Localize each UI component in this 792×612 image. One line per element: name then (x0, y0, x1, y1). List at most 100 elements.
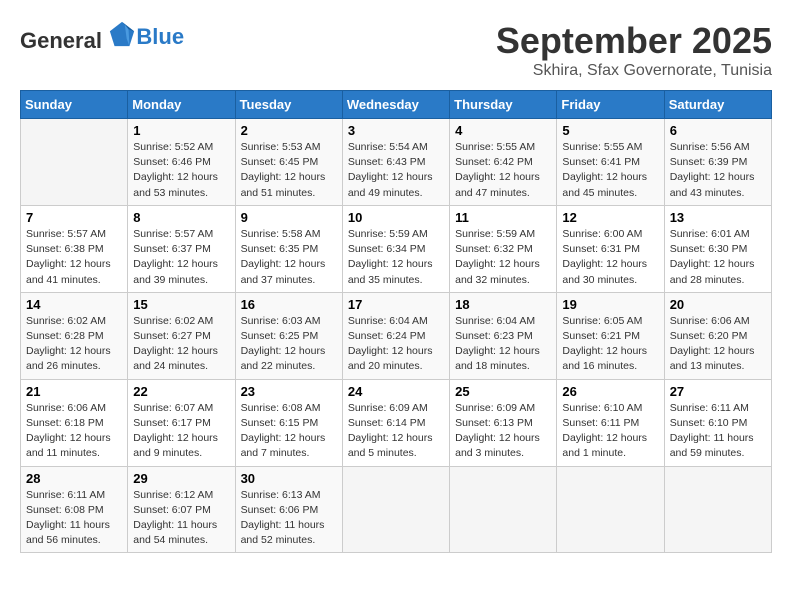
calendar-cell: 20 Sunrise: 6:06 AM Sunset: 6:20 PM Dayli… (664, 292, 771, 379)
cell-info: Sunrise: 6:05 AM Sunset: 6:21 PM Dayligh… (562, 314, 658, 375)
day-number: 29 (133, 471, 229, 486)
day-number: 6 (670, 123, 766, 138)
calendar-cell: 23Sunrise: 6:08 AM Sunset: 6:15 PM Dayli… (235, 379, 342, 466)
cell-info: Sunrise: 6:12 AM Sunset: 6:07 PM Dayligh… (133, 488, 229, 549)
day-number: 14 (26, 297, 122, 312)
calendar-cell: 19 Sunrise: 6:05 AM Sunset: 6:21 PM Dayli… (557, 292, 664, 379)
day-header-tuesday: Tuesday (235, 91, 342, 119)
day-number: 30 (241, 471, 337, 486)
calendar-cell: 21Sunrise: 6:06 AM Sunset: 6:18 PM Dayli… (21, 379, 128, 466)
calendar-cell: 9 Sunrise: 5:58 AM Sunset: 6:35 PM Daylig… (235, 205, 342, 292)
calendar-cell: 2 Sunrise: 5:53 AM Sunset: 6:45 PM Daylig… (235, 119, 342, 206)
calendar-cell: 27 Sunrise: 6:11 AM Sunset: 6:10 PM Dayli… (664, 379, 771, 466)
cell-info: Sunrise: 6:10 AM Sunset: 6:11 PM Dayligh… (562, 401, 658, 462)
day-number: 10 (348, 210, 444, 225)
day-number: 25 (455, 384, 551, 399)
page-header: General Blue September 2025 Skhira, Sfax… (20, 20, 772, 80)
calendar-cell: 25 Sunrise: 6:09 AM Sunset: 6:13 PM Dayli… (450, 379, 557, 466)
calendar-cell: 8 Sunrise: 5:57 AM Sunset: 6:37 PM Daylig… (128, 205, 235, 292)
day-header-monday: Monday (128, 91, 235, 119)
cell-info: Sunrise: 6:11 AM Sunset: 6:08 PM Dayligh… (26, 488, 122, 549)
day-number: 13 (670, 210, 766, 225)
calendar-cell (664, 466, 771, 553)
day-number: 9 (241, 210, 337, 225)
day-number: 19 (562, 297, 658, 312)
day-number: 23 (241, 384, 337, 399)
calendar-cell: 22Sunrise: 6:07 AM Sunset: 6:17 PM Dayli… (128, 379, 235, 466)
cell-info: Sunrise: 5:58 AM Sunset: 6:35 PM Dayligh… (241, 227, 337, 288)
calendar-cell: 17 Sunrise: 6:04 AM Sunset: 6:24 PM Dayli… (342, 292, 449, 379)
day-number: 7 (26, 210, 122, 225)
day-number: 2 (241, 123, 337, 138)
calendar-cell: 26 Sunrise: 6:10 AM Sunset: 6:11 PM Dayli… (557, 379, 664, 466)
calendar-cell: 14 Sunrise: 6:02 AM Sunset: 6:28 PM Dayli… (21, 292, 128, 379)
cell-info: Sunrise: 5:54 AM Sunset: 6:43 PM Dayligh… (348, 140, 444, 201)
day-header-thursday: Thursday (450, 91, 557, 119)
month-title: September 2025 (496, 20, 772, 62)
calendar-cell: 24 Sunrise: 6:09 AM Sunset: 6:14 PM Dayli… (342, 379, 449, 466)
day-number: 12 (562, 210, 658, 225)
calendar-cell: 18Sunrise: 6:04 AM Sunset: 6:23 PM Dayli… (450, 292, 557, 379)
calendar-cell: 10 Sunrise: 5:59 AM Sunset: 6:34 PM Dayli… (342, 205, 449, 292)
cell-info: Sunrise: 6:01 AM Sunset: 6:30 PM Dayligh… (670, 227, 766, 288)
day-number: 16 (241, 297, 337, 312)
title-block: September 2025 Skhira, Sfax Governorate,… (496, 20, 772, 80)
day-number: 21 (26, 384, 122, 399)
cell-info: Sunrise: 6:02 AM Sunset: 6:27 PM Dayligh… (133, 314, 229, 375)
cell-info: Sunrise: 5:52 AM Sunset: 6:46 PM Dayligh… (133, 140, 229, 201)
cell-info: Sunrise: 6:09 AM Sunset: 6:13 PM Dayligh… (455, 401, 551, 462)
calendar-cell: 29 Sunrise: 6:12 AM Sunset: 6:07 PM Dayli… (128, 466, 235, 553)
calendar-cell: 12 Sunrise: 6:00 AM Sunset: 6:31 PM Dayli… (557, 205, 664, 292)
calendar-cell: 1Sunrise: 5:52 AM Sunset: 6:46 PM Daylig… (128, 119, 235, 206)
day-number: 17 (348, 297, 444, 312)
day-number: 4 (455, 123, 551, 138)
calendar-cell: 4 Sunrise: 5:55 AM Sunset: 6:42 PM Daylig… (450, 119, 557, 206)
cell-info: Sunrise: 5:57 AM Sunset: 6:37 PM Dayligh… (133, 227, 229, 288)
calendar-cell: 5 Sunrise: 5:55 AM Sunset: 6:41 PM Daylig… (557, 119, 664, 206)
logo-blue: Blue (136, 24, 184, 50)
day-number: 24 (348, 384, 444, 399)
day-number: 28 (26, 471, 122, 486)
cell-info: Sunrise: 5:55 AM Sunset: 6:42 PM Dayligh… (455, 140, 551, 201)
logo: General Blue (20, 20, 184, 54)
calendar-cell: 13 Sunrise: 6:01 AM Sunset: 6:30 PM Dayli… (664, 205, 771, 292)
calendar-cell (21, 119, 128, 206)
day-number: 8 (133, 210, 229, 225)
cell-info: Sunrise: 5:53 AM Sunset: 6:45 PM Dayligh… (241, 140, 337, 201)
cell-info: Sunrise: 6:04 AM Sunset: 6:24 PM Dayligh… (348, 314, 444, 375)
logo-icon (108, 20, 136, 48)
cell-info: Sunrise: 6:02 AM Sunset: 6:28 PM Dayligh… (26, 314, 122, 375)
day-number: 15 (133, 297, 229, 312)
cell-info: Sunrise: 6:00 AM Sunset: 6:31 PM Dayligh… (562, 227, 658, 288)
day-number: 11 (455, 210, 551, 225)
cell-info: Sunrise: 5:57 AM Sunset: 6:38 PM Dayligh… (26, 227, 122, 288)
day-number: 5 (562, 123, 658, 138)
cell-info: Sunrise: 5:59 AM Sunset: 6:34 PM Dayligh… (348, 227, 444, 288)
cell-info: Sunrise: 6:11 AM Sunset: 6:10 PM Dayligh… (670, 401, 766, 462)
calendar-cell: 30Sunrise: 6:13 AM Sunset: 6:06 PM Dayli… (235, 466, 342, 553)
cell-info: Sunrise: 5:55 AM Sunset: 6:41 PM Dayligh… (562, 140, 658, 201)
calendar-cell: 16 Sunrise: 6:03 AM Sunset: 6:25 PM Dayli… (235, 292, 342, 379)
day-header-wednesday: Wednesday (342, 91, 449, 119)
day-number: 20 (670, 297, 766, 312)
cell-info: Sunrise: 6:03 AM Sunset: 6:25 PM Dayligh… (241, 314, 337, 375)
calendar-cell: 7 Sunrise: 5:57 AM Sunset: 6:38 PM Daylig… (21, 205, 128, 292)
calendar-cell: 6 Sunrise: 5:56 AM Sunset: 6:39 PM Daylig… (664, 119, 771, 206)
calendar-cell: 28 Sunrise: 6:11 AM Sunset: 6:08 PM Dayli… (21, 466, 128, 553)
calendar-cell: 3Sunrise: 5:54 AM Sunset: 6:43 PM Daylig… (342, 119, 449, 206)
day-number: 18 (455, 297, 551, 312)
calendar-cell (450, 466, 557, 553)
day-number: 22 (133, 384, 229, 399)
cell-info: Sunrise: 6:09 AM Sunset: 6:14 PM Dayligh… (348, 401, 444, 462)
day-header-friday: Friday (557, 91, 664, 119)
calendar-cell: 11 Sunrise: 5:59 AM Sunset: 6:32 PM Dayli… (450, 205, 557, 292)
calendar-cell (342, 466, 449, 553)
calendar-cell: 15 Sunrise: 6:02 AM Sunset: 6:27 PM Dayli… (128, 292, 235, 379)
cell-info: Sunrise: 5:59 AM Sunset: 6:32 PM Dayligh… (455, 227, 551, 288)
cell-info: Sunrise: 5:56 AM Sunset: 6:39 PM Dayligh… (670, 140, 766, 201)
day-header-sunday: Sunday (21, 91, 128, 119)
logo-general: General (20, 28, 102, 53)
day-number: 26 (562, 384, 658, 399)
day-number: 27 (670, 384, 766, 399)
cell-info: Sunrise: 6:06 AM Sunset: 6:20 PM Dayligh… (670, 314, 766, 375)
